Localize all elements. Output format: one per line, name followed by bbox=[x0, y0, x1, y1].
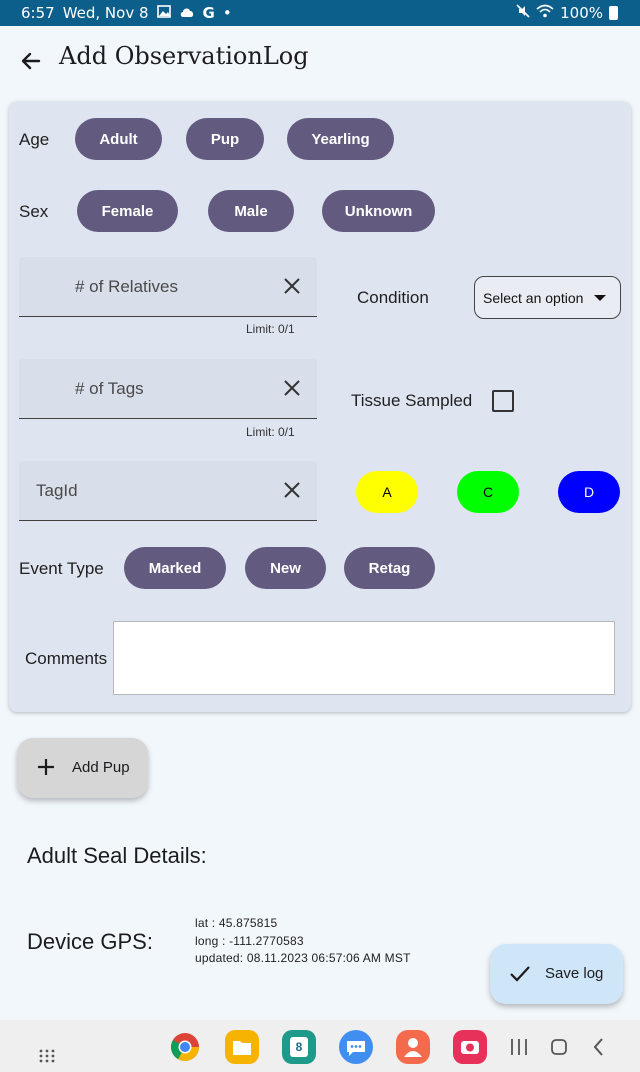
event-chip-new[interactable]: New bbox=[245, 547, 326, 589]
tissue-sampled-checkbox[interactable] bbox=[492, 390, 514, 412]
age-chip-yearling[interactable]: Yearling bbox=[287, 118, 394, 160]
contacts-icon[interactable] bbox=[396, 1030, 430, 1064]
tag-color-button-c[interactable]: C bbox=[457, 471, 519, 513]
mute-icon bbox=[516, 4, 530, 22]
comments-input[interactable] bbox=[113, 621, 615, 695]
clear-icon[interactable] bbox=[283, 379, 301, 397]
gps-longitude: long : -111.2770583 bbox=[195, 934, 304, 948]
files-icon[interactable] bbox=[225, 1030, 259, 1064]
gps-latitude: lat : 45.875815 bbox=[195, 916, 278, 930]
age-chip-adult[interactable]: Adult bbox=[75, 118, 162, 160]
event-chip-marked[interactable]: Marked bbox=[124, 547, 226, 589]
cloud-icon bbox=[179, 4, 195, 22]
save-log-label: Save log bbox=[545, 965, 604, 982]
navigation-bar: 8 bbox=[0, 1020, 640, 1072]
adult-seal-details-title: Adult Seal Details: bbox=[27, 843, 207, 868]
clear-icon[interactable] bbox=[283, 277, 301, 295]
camera-icon[interactable] bbox=[453, 1030, 487, 1064]
home-icon[interactable] bbox=[542, 1030, 576, 1064]
tags-field-label: # of Tags bbox=[75, 379, 144, 398]
relatives-field[interactable]: # of Relatives bbox=[19, 257, 317, 317]
page-title: Add ObservationLog bbox=[59, 42, 309, 70]
nav-back-icon[interactable] bbox=[582, 1030, 616, 1064]
event-chip-retag[interactable]: Retag bbox=[344, 547, 435, 589]
google-icon: G bbox=[202, 4, 215, 22]
app-drawer-icon[interactable] bbox=[30, 1030, 64, 1064]
tags-field[interactable]: # of Tags bbox=[19, 359, 317, 419]
app-bar: Add ObservationLog bbox=[0, 26, 640, 94]
status-date: Wed, Nov 8 bbox=[62, 4, 149, 22]
relatives-limit: Limit: 0/1 bbox=[246, 322, 295, 336]
event-type-label: Event Type bbox=[19, 559, 104, 578]
sex-chip-unknown[interactable]: Unknown bbox=[322, 190, 435, 232]
sex-chip-female[interactable]: Female bbox=[77, 190, 178, 232]
tags-limit: Limit: 0/1 bbox=[246, 425, 295, 439]
comments-label: Comments bbox=[25, 649, 108, 668]
back-arrow-icon[interactable] bbox=[16, 46, 46, 76]
tag-color-button-a[interactable]: A bbox=[356, 471, 418, 513]
tag-color-button-d[interactable]: D bbox=[558, 471, 620, 513]
status-bar: 6:57 Wed, Nov 8 G • 100% bbox=[0, 0, 640, 26]
sex-chip-male[interactable]: Male bbox=[208, 190, 294, 232]
check-icon bbox=[509, 964, 531, 984]
condition-label: Condition bbox=[357, 288, 429, 307]
battery-percent: 100% bbox=[560, 4, 603, 22]
condition-select-value: Select an option bbox=[483, 289, 584, 306]
sex-label: Sex bbox=[19, 202, 49, 221]
save-log-button[interactable]: Save log bbox=[490, 944, 623, 1004]
plus-icon bbox=[37, 758, 55, 776]
tissue-sampled-label: Tissue Sampled bbox=[351, 391, 473, 410]
gps-updated: updated: 08.11.2023 06:57:06 AM MST bbox=[195, 951, 411, 965]
dot-icon: • bbox=[222, 4, 232, 22]
status-bar-left: 6:57 Wed, Nov 8 G • bbox=[21, 4, 232, 22]
recents-icon[interactable] bbox=[502, 1030, 536, 1064]
caret-down-icon bbox=[594, 295, 606, 301]
battery-icon bbox=[609, 6, 618, 20]
chrome-icon[interactable] bbox=[168, 1030, 202, 1064]
condition-select[interactable]: Select an option bbox=[474, 276, 621, 319]
calendar-icon[interactable]: 8 bbox=[282, 1030, 316, 1064]
tag-id-field-label: TagId bbox=[36, 481, 78, 500]
observation-form-card: Age Adult Pup Yearling Sex Female Male U… bbox=[9, 102, 631, 712]
relatives-field-label: # of Relatives bbox=[75, 277, 178, 296]
messages-icon[interactable] bbox=[339, 1030, 373, 1064]
age-chip-pup[interactable]: Pup bbox=[186, 118, 264, 160]
wifi-icon bbox=[536, 4, 554, 22]
clear-icon[interactable] bbox=[283, 481, 301, 499]
gallery-icon bbox=[156, 4, 171, 22]
add-pup-label: Add Pup bbox=[72, 759, 130, 776]
status-bar-right: 100% bbox=[516, 4, 618, 22]
add-pup-button[interactable]: Add Pup bbox=[17, 738, 148, 798]
age-label: Age bbox=[19, 130, 50, 149]
status-time: 6:57 bbox=[21, 4, 55, 22]
device-gps-title: Device GPS: bbox=[27, 929, 153, 954]
calendar-day: 8 bbox=[290, 1037, 308, 1057]
tag-id-field[interactable]: TagId bbox=[19, 461, 317, 521]
